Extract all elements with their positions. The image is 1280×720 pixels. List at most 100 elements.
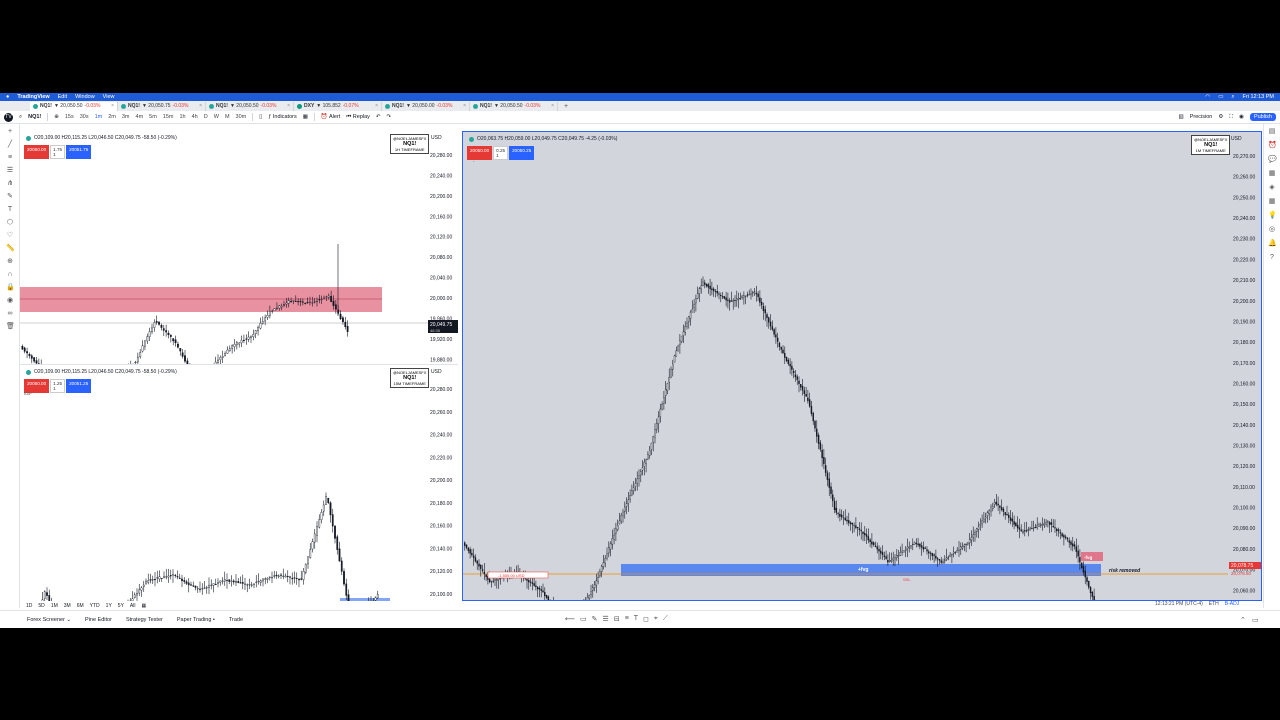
session-label[interactable]: ETH	[1209, 601, 1219, 607]
indicators-button[interactable]: ƒ Indicators	[268, 114, 296, 120]
interval-w[interactable]: W	[214, 114, 219, 120]
interval-15m[interactable]: 15m	[163, 114, 174, 120]
sell-button[interactable]: 20050.00	[467, 146, 493, 160]
callout-tool-icon[interactable]: ◻	[643, 615, 649, 623]
maximize-icon[interactable]: ▭	[1252, 616, 1259, 624]
publish-button[interactable]: Publish	[1249, 113, 1276, 121]
alerts-icon[interactable]: ⏰	[1268, 142, 1277, 150]
symbol-name[interactable]: NQ1!	[28, 114, 41, 120]
help-icon[interactable]: ?	[1268, 254, 1276, 262]
interval-2m[interactable]: 2m	[108, 114, 116, 120]
text-icon[interactable]: T	[6, 206, 14, 214]
tab-1[interactable]: NQ1! ▼ 20,050.50 -0.03% ×	[30, 101, 118, 111]
range-6m[interactable]: 6M	[77, 603, 84, 609]
interval-4h[interactable]: 4h	[192, 114, 198, 120]
symbol-search-icon[interactable]: ⌕	[19, 114, 22, 121]
undo-icon[interactable]: ↶	[376, 114, 381, 120]
range-all[interactable]: All	[130, 603, 136, 609]
tab-6[interactable]: NQ1! ▼ 20,050.50 -0.03% ×	[470, 101, 558, 111]
range-1y[interactable]: 1Y	[106, 603, 112, 609]
quantity-field[interactable]: 1.75 1	[50, 145, 66, 159]
interval-15s[interactable]: 15s	[65, 114, 74, 120]
streams-icon[interactable]: ◎	[1268, 226, 1276, 234]
lock-icon[interactable]: 🔒	[6, 284, 15, 292]
forex-screener-tab[interactable]: Forex Screener ⌄	[27, 617, 71, 623]
brush-icon[interactable]: ✎	[6, 193, 14, 201]
line-tool-icon[interactable]: ⟵	[565, 615, 575, 623]
interval-30m[interactable]: 30m	[236, 114, 247, 120]
candles-icon[interactable]: ▯	[259, 114, 262, 120]
pitchfork-icon[interactable]: ⋔	[6, 180, 14, 188]
fullscreen-icon[interactable]: ⛶	[1229, 114, 1233, 121]
strategy-tester-tab[interactable]: Strategy Tester	[126, 617, 163, 623]
apple-icon[interactable]: ●	[6, 94, 9, 100]
patterns-icon[interactable]: ⬡	[6, 219, 14, 227]
timezone-label[interactable]: 12:13:21 PM (UTC-4)	[1155, 601, 1203, 607]
fib-tool-icon[interactable]: ☰	[603, 615, 609, 623]
tab-3[interactable]: NQ1! ▼ 20,050.50 -0.03% ×	[206, 101, 294, 111]
chart-pane-1m[interactable]: O20,063.75 H20,059.00 L20,049.75 C20,049…	[462, 131, 1262, 601]
ruler-icon[interactable]: 📏	[6, 245, 15, 253]
compare-icon[interactable]: ⊕	[54, 114, 59, 120]
add-tab-icon[interactable]: +	[564, 103, 568, 110]
chart-pane-1h[interactable]: O20,109.00 H20,115.25 L20,046.50 C20,049…	[20, 131, 458, 365]
tab-5[interactable]: NQ1! ▼ 20,050.00 -0.03% ×	[382, 101, 470, 111]
goto-date-icon[interactable]: ▦	[141, 603, 146, 609]
notifications-icon[interactable]: 🔔	[1268, 240, 1277, 248]
sell-button[interactable]: 20050.00	[24, 145, 50, 159]
range-ytd[interactable]: YTD	[90, 603, 100, 609]
adjust-label[interactable]: B-ADJ	[1225, 601, 1239, 607]
paper-trading-tab[interactable]: Paper Trading •	[177, 617, 215, 623]
quantity-field[interactable]: 1.25 1	[50, 379, 66, 393]
heart-icon[interactable]: ♡	[6, 232, 14, 240]
menu-view[interactable]: View	[103, 94, 115, 100]
close-icon[interactable]: ×	[551, 103, 554, 109]
menu-edit[interactable]: Edit	[58, 94, 67, 100]
interval-1m[interactable]: 1m	[95, 114, 103, 120]
eye-icon[interactable]: ◉	[6, 297, 14, 305]
hline-tool-icon[interactable]: ≡	[625, 615, 629, 623]
menu-app-name[interactable]: TradingView	[17, 94, 49, 100]
precision-button[interactable]: Precision	[1190, 114, 1213, 120]
position-tool-icon[interactable]: ⊟	[614, 615, 620, 623]
magnet-icon[interactable]: ∩	[6, 271, 14, 279]
link-icon[interactable]: ∞	[6, 310, 14, 318]
interval-1h[interactable]: 1h	[180, 114, 186, 120]
range-1d[interactable]: 1D	[26, 603, 32, 609]
range-5d[interactable]: 5D	[38, 603, 44, 609]
range-5y[interactable]: 5Y	[118, 603, 124, 609]
pine-editor-tab[interactable]: Pine Editor	[85, 617, 112, 623]
interval-4m[interactable]: 4m	[136, 114, 144, 120]
user-avatar[interactable]: TV	[4, 112, 13, 122]
wifi-icon[interactable]: ◠	[1205, 94, 1210, 100]
buy-button[interactable]: 20051.25	[66, 379, 92, 393]
trade-tab[interactable]: Trade	[229, 617, 243, 623]
buy-button[interactable]: 20050.25	[509, 146, 535, 160]
cursor-tool-icon[interactable]: ⌖	[654, 615, 658, 623]
replay-button[interactable]: ⏮ Replay	[346, 114, 370, 121]
alert-button[interactable]: ⏰ Alert	[321, 114, 340, 120]
crosshair-icon[interactable]: +	[6, 128, 14, 136]
layers-icon[interactable]: ◈	[1268, 184, 1276, 192]
interval-3m[interactable]: 3m	[122, 114, 130, 120]
menu-window[interactable]: Window	[75, 94, 95, 100]
chart-pane-15m[interactable]: O20,109.00 H20,115.25 L20,046.50 C20,049…	[20, 365, 458, 601]
camera-icon[interactable]: ◉	[1239, 114, 1244, 120]
close-icon[interactable]: ×	[111, 103, 114, 109]
interval-m[interactable]: M	[225, 114, 230, 120]
horizontal-lines-icon[interactable]: ≡	[6, 154, 14, 162]
rect-tool-icon[interactable]: ▭	[580, 615, 587, 623]
close-icon[interactable]: ×	[463, 103, 466, 109]
trash-icon[interactable]: 🗑	[6, 323, 15, 331]
close-icon[interactable]: ×	[199, 103, 202, 109]
menu-clock[interactable]: Fri 12:13 PM	[1243, 94, 1274, 100]
brush-tool-icon[interactable]: ⟋	[663, 615, 668, 623]
settings-icon[interactable]: ⚙	[1218, 114, 1223, 120]
calendar-icon[interactable]: ▦	[1268, 198, 1276, 206]
layout-select-icon[interactable]: ▥	[1179, 114, 1184, 120]
redo-icon[interactable]: ↷	[387, 114, 392, 120]
interval-d[interactable]: D	[204, 114, 208, 120]
search-icon[interactable]: ⌕	[1231, 94, 1234, 101]
tab-2[interactable]: NQ1! ▼ 20,050.75 -0.03% ×	[118, 101, 206, 111]
data-window-icon[interactable]: ▦	[1268, 170, 1276, 178]
